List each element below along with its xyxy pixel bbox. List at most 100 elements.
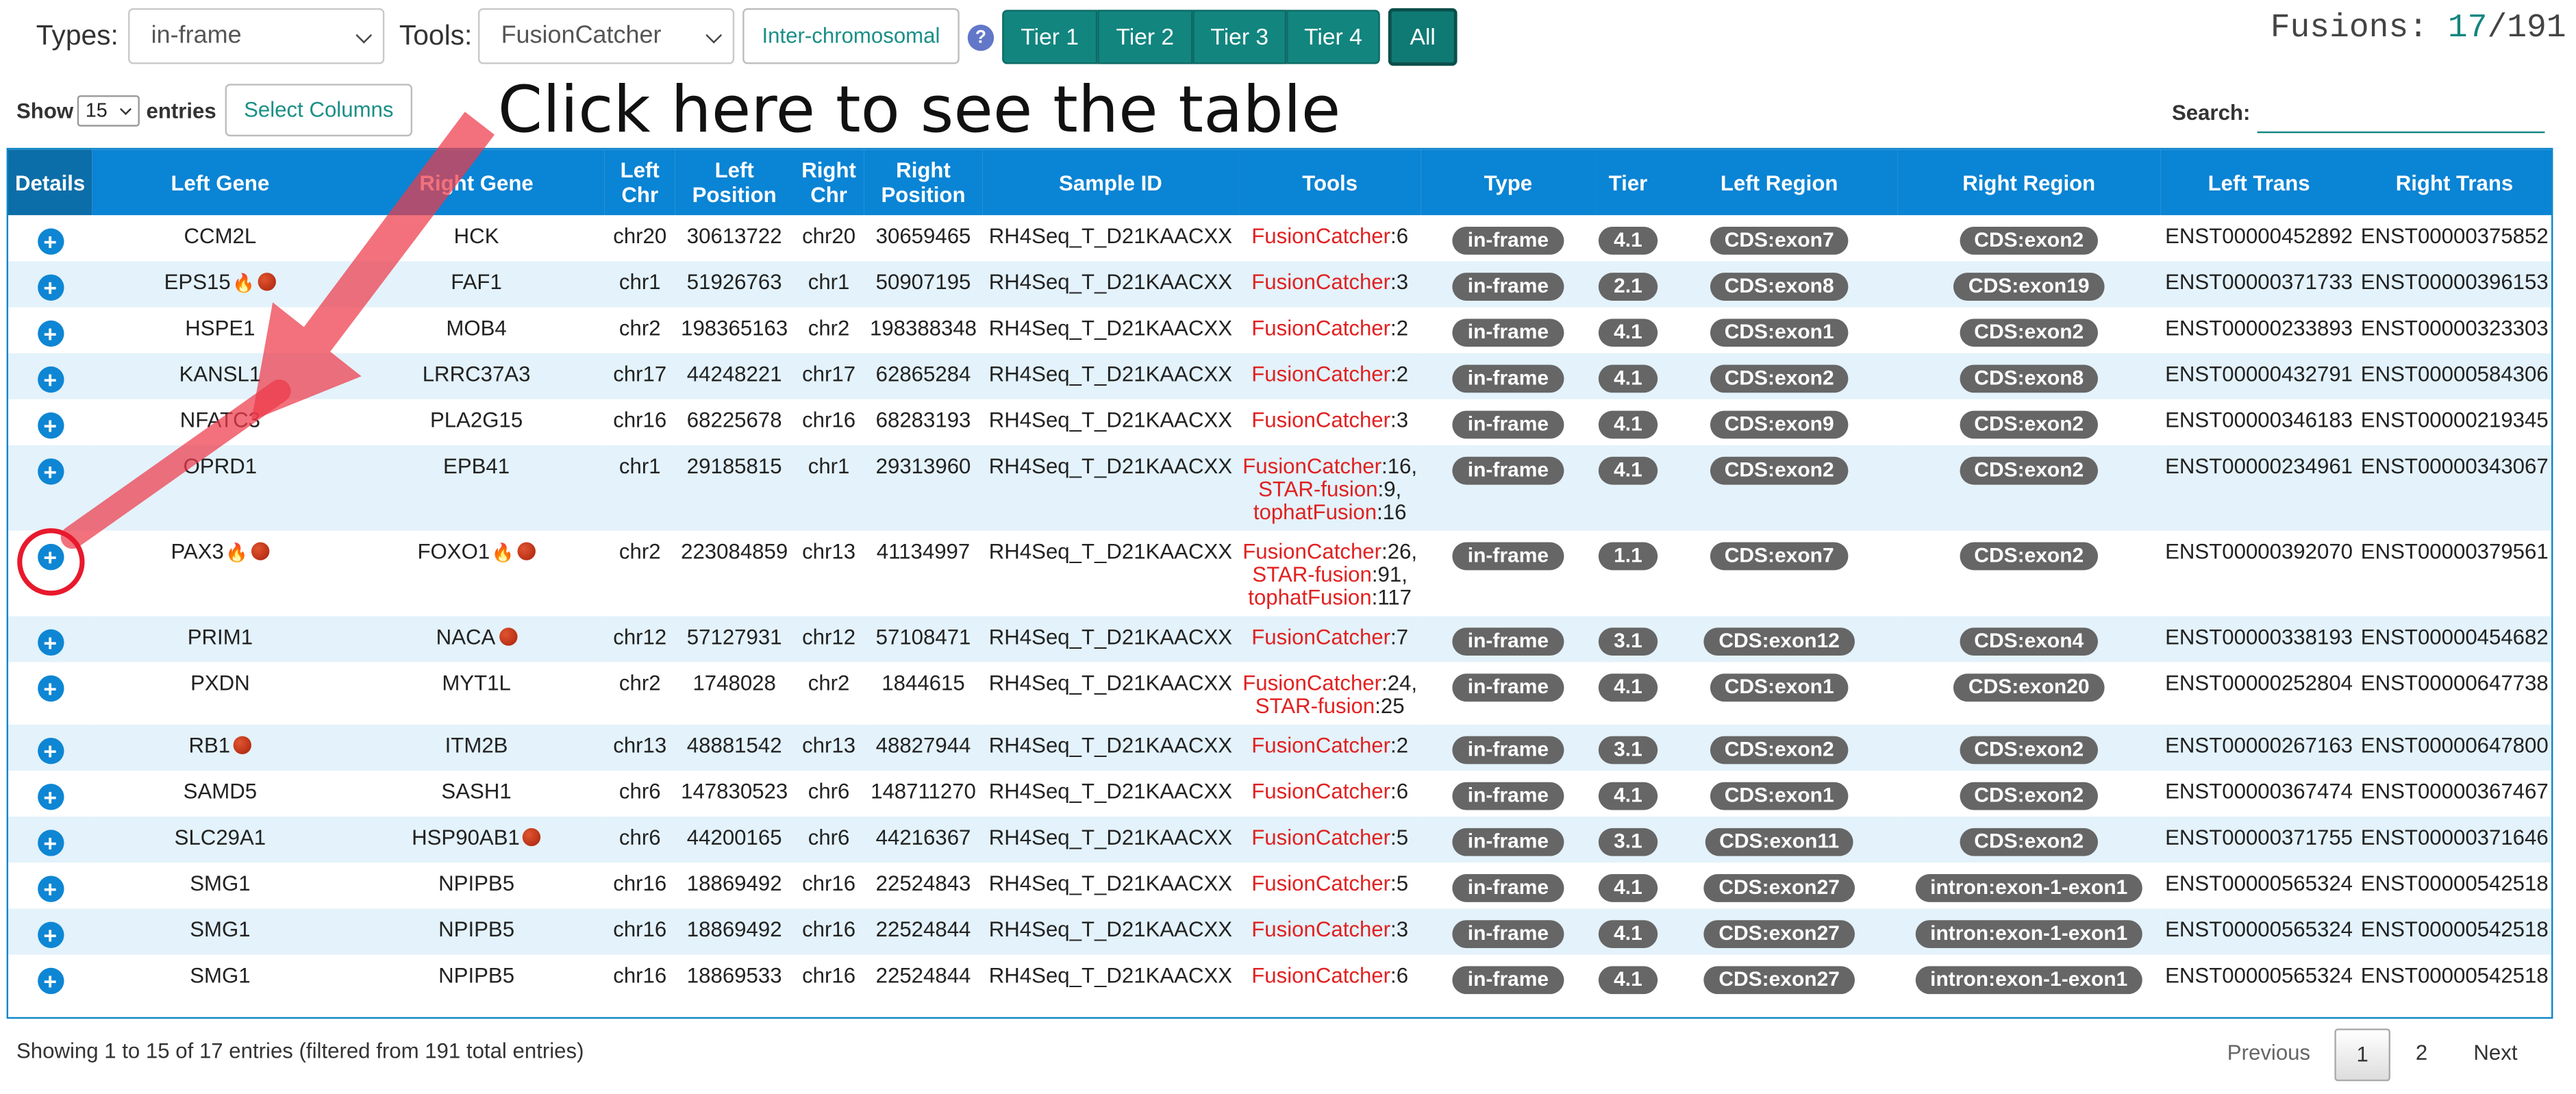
left-chr-cell: chr2	[605, 531, 675, 617]
col-right-position[interactable]: Right Position	[864, 149, 983, 216]
table-row: + PRIM1 NACA chr12 57127931 chr12 57108471 RH4S…	[8, 616, 2552, 662]
left-chr-cell: chr12	[605, 616, 675, 662]
tool-entry: FusionCatcher:3	[1242, 271, 1418, 295]
right-trans-cell: ENST00000584306	[2358, 353, 2551, 399]
col-left-trans[interactable]: Left Trans	[2160, 149, 2358, 216]
tool-count: :6	[1390, 778, 1409, 804]
left-chr: chr2	[618, 538, 661, 564]
right-region-badge-cell: CDS:exon20	[1897, 662, 2160, 725]
left-chr: chr16	[613, 962, 667, 988]
tool-count: :6	[1390, 962, 1409, 988]
plus-circle-icon[interactable]: +	[36, 366, 64, 393]
details-cell: +	[8, 955, 92, 1001]
tier-badge-cell: 4.1	[1595, 308, 1661, 353]
plus-circle-icon[interactable]: +	[36, 458, 64, 485]
tier-badge: 4.1	[1599, 319, 1658, 347]
tool-count: :16,	[1381, 453, 1418, 478]
left-trans: ENST00000432791	[2165, 361, 2353, 386]
left-region-badge-cell: CDS:exon12	[1661, 616, 1897, 662]
previous-page-button[interactable]: Previous	[2214, 1029, 2323, 1078]
left-chr-cell: chr16	[605, 399, 675, 445]
plus-circle-icon[interactable]: +	[36, 228, 64, 255]
left-trans-cell: ENST00000252804	[2160, 662, 2358, 725]
col-details[interactable]: Details	[8, 149, 92, 216]
col-right-chr[interactable]: Right Chr	[793, 149, 864, 216]
tool-name: FusionCatcher	[1251, 361, 1391, 386]
tool-count: :91,	[1371, 562, 1408, 587]
plus-circle-icon[interactable]: +	[36, 921, 64, 948]
right-chr: chr6	[808, 778, 850, 804]
tier-badge-cell: 4.1	[1595, 353, 1661, 399]
table-row: + PAX3 🔥 FOXO1 🔥 chr2 223084859 chr13 41134997 RH…	[8, 530, 2552, 617]
col-type[interactable]: Type	[1421, 149, 1596, 216]
tier-3-button[interactable]: Tier 3	[1192, 10, 1287, 64]
col-left-gene[interactable]: Left Gene	[92, 149, 349, 216]
chevron-down-icon	[705, 27, 723, 44]
type-badge: in-frame	[1453, 874, 1564, 902]
col-left-chr[interactable]: Left Chr	[604, 149, 675, 216]
select-columns-button[interactable]: Select Columns	[225, 84, 413, 137]
page-1-button[interactable]: 1	[2334, 1028, 2390, 1082]
sample-id: RH4Seq_T_D21KAACXX	[988, 315, 1233, 340]
right-chr-cell: chr16	[794, 955, 864, 1001]
plus-circle-icon[interactable]: +	[36, 274, 64, 301]
right-position-cell: 41134997	[864, 531, 983, 617]
next-page-button[interactable]: Next	[2458, 1029, 2533, 1078]
left-region-badge: CDS:exon1	[1710, 782, 1849, 810]
details-cell: +	[8, 308, 92, 353]
left-gene-cell: PXDN	[92, 662, 348, 725]
table-row: + OPRD1 EPB41 chr1 29185815 chr1 29313960 RH4Se…	[8, 445, 2552, 531]
types-select[interactable]: in-frame	[128, 8, 385, 64]
plus-circle-icon[interactable]: +	[36, 875, 64, 902]
tier-4-button[interactable]: Tier 4	[1286, 10, 1380, 64]
left-position-cell: 51926763	[675, 261, 794, 307]
tier-all-button[interactable]: All	[1388, 8, 1458, 66]
type-badge-cell: in-frame	[1421, 955, 1595, 1001]
right-gene-cell: ITM2B	[349, 725, 605, 771]
tools-select[interactable]: FusionCatcher	[477, 8, 735, 64]
plus-circle-icon[interactable]: +	[36, 320, 64, 347]
right-chr-cell: chr2	[794, 308, 864, 353]
right-region-badge: CDS:exon2	[1959, 227, 2099, 255]
right-position-cell: 48827944	[864, 725, 983, 771]
right-chr: chr17	[802, 361, 856, 386]
left-trans-cell: ENST00000267163	[2160, 725, 2358, 771]
left-position: 198365163	[681, 315, 788, 340]
left-gene-cell: PRIM1	[92, 616, 348, 662]
plus-circle-icon[interactable]: +	[36, 629, 64, 656]
plus-circle-icon[interactable]: +	[36, 675, 64, 702]
inter-chromosomal-button[interactable]: Inter-chromosomal	[742, 8, 960, 64]
help-icon[interactable]: ?	[967, 24, 995, 51]
entries-select[interactable]: 15	[77, 95, 140, 127]
col-right-trans[interactable]: Right Trans	[2357, 149, 2552, 216]
left-position-cell: 44248221	[675, 353, 794, 399]
search-input[interactable]	[2257, 98, 2545, 134]
plus-circle-icon[interactable]: +	[36, 412, 64, 439]
right-region-badge-cell: CDS:exon2	[1897, 399, 2160, 445]
plus-circle-icon[interactable]: +	[36, 784, 64, 810]
left-gene: PRIM1	[187, 624, 253, 649]
tier-2-button[interactable]: Tier 2	[1097, 10, 1193, 64]
right-trans: ENST00000375852	[2360, 223, 2549, 249]
plus-circle-icon[interactable]: +	[36, 967, 64, 995]
type-badge: in-frame	[1453, 736, 1564, 764]
sample-id-cell: RH4Seq_T_D21KAACXX	[982, 725, 1238, 771]
col-left-region[interactable]: Left Region	[1660, 149, 1898, 216]
col-right-region[interactable]: Right Region	[1897, 149, 2161, 216]
col-tools[interactable]: Tools	[1238, 149, 1421, 216]
col-right-gene[interactable]: Right Gene	[348, 149, 605, 216]
plus-circle-icon[interactable]: +	[36, 737, 64, 764]
page-2-button[interactable]: 2	[2397, 1029, 2447, 1078]
plus-circle-icon[interactable]: +	[36, 543, 64, 571]
right-position-cell: 50907195	[864, 261, 983, 307]
col-left-position[interactable]: Left Position	[675, 149, 794, 216]
left-trans-cell: ENST00000346183	[2160, 399, 2358, 445]
right-chr: chr16	[802, 407, 856, 432]
left-region-badge: CDS:exon27	[1703, 966, 1855, 995]
plus-circle-icon[interactable]: +	[36, 830, 64, 856]
tier-1-button[interactable]: Tier 1	[1002, 10, 1098, 64]
col-tier[interactable]: Tier	[1595, 149, 1661, 216]
left-position: 18869492	[686, 871, 782, 896]
col-sample-id[interactable]: Sample ID	[982, 149, 1239, 216]
right-chr-cell: chr13	[794, 725, 864, 771]
